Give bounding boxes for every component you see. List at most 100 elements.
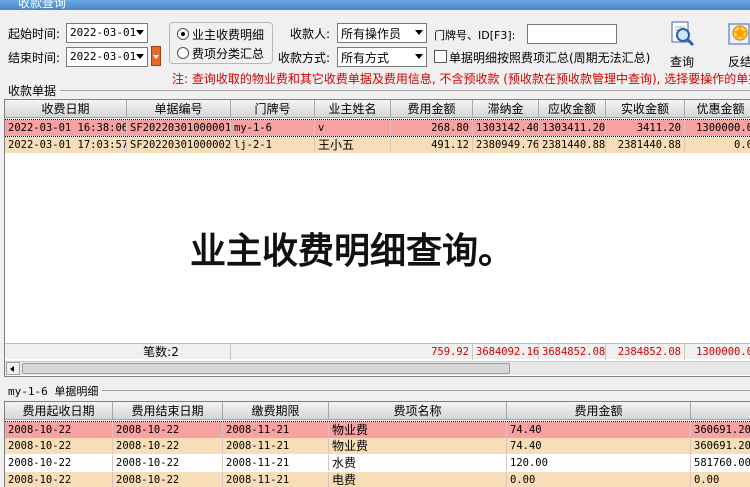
col-owner-name[interactable]: 业主姓名 (315, 100, 391, 118)
col-bill-number[interactable]: 单据编号 (127, 100, 231, 118)
cell-start-date: 2008-10-22 (5, 455, 113, 471)
cell-receivable: 2381440.88 (539, 137, 606, 153)
cell-detail-fee-amount: 120.00 (507, 455, 691, 471)
col-detail-fee-amount[interactable]: 费用金额 (507, 402, 691, 420)
start-time-label: 起始时间: (8, 27, 61, 41)
col-discount[interactable]: 优惠金额 (685, 100, 750, 118)
receipt-count: 笔数:2 (5, 344, 231, 360)
details-divider (102, 390, 750, 391)
summary-by-fee-label[interactable]: 单据明细按照费项汇总(周期无法汇总) (449, 49, 650, 66)
door-id-input[interactable] (527, 24, 617, 44)
chevron-down-icon (415, 30, 423, 35)
details-header-row: 费用起收日期 费用结束日期 缴费期限 费项名称 费用金额 (5, 402, 750, 420)
cell-start-date: 2008-10-22 (5, 438, 113, 454)
col-charge-date[interactable]: 收费日期 (5, 100, 127, 118)
total-receivable: 3684852.08 (539, 344, 606, 360)
receipts-section-title: 收款单据 (8, 84, 57, 98)
radio-summary[interactable] (177, 47, 189, 59)
cell-end-date: 2008-10-22 (113, 438, 223, 454)
date-extra-dropdown-button[interactable] (151, 46, 161, 66)
cell-due-date: 2008-11-21 (223, 455, 329, 471)
total-late-fee: 3684092.16 (473, 344, 539, 360)
cell-owner-name: v (315, 120, 391, 136)
cell-extra: 581760.00 (691, 455, 750, 471)
receipt-row[interactable]: 2022-03-01 16:38:06 SF20220301000001 my-… (5, 119, 750, 137)
chevron-down-icon (136, 54, 144, 59)
cell-due-date: 2008-11-21 (223, 472, 329, 487)
detail-row[interactable]: 2008-10-22 2008-10-22 2008-11-21 电费 0.00… (5, 472, 750, 487)
payment-method-select[interactable]: 所有方式 (337, 47, 427, 67)
summary-by-fee-checkbox[interactable] (434, 50, 447, 63)
radio-detail-label[interactable]: 业主收费明细 (192, 26, 264, 43)
col-end-date[interactable]: 费用结束日期 (113, 402, 223, 420)
cell-discount: 0.0 (685, 137, 750, 153)
detail-row[interactable]: 2008-10-22 2008-10-22 2008-11-21 物业费 74.… (5, 438, 750, 454)
cell-fee-amount: 491.12 (391, 137, 473, 153)
cell-due-date: 2008-11-21 (223, 422, 329, 438)
cell-door-number: lj-2-1 (231, 137, 315, 153)
cell-fee-item: 物业费 (329, 438, 507, 454)
receipts-header-row: 收费日期 单据编号 门牌号 业主姓名 费用金额 滞纳金 应收金额 实收金额 优惠… (5, 100, 750, 118)
cell-owner-name: 王小五 (315, 137, 391, 153)
payee-value: 所有操作员 (341, 27, 402, 41)
cell-detail-fee-amount: 0.00 (507, 472, 691, 487)
payment-method-label: 收款方式: (278, 51, 331, 65)
total-received: 2384852.08 (606, 344, 685, 360)
cell-fee-item: 物业费 (329, 422, 507, 438)
chevron-down-icon (415, 54, 423, 59)
query-button[interactable]: 查询 (664, 20, 700, 70)
scroll-left-icon[interactable] (6, 362, 20, 375)
col-late-fee[interactable]: 滞纳金 (473, 100, 539, 118)
cell-received: 2381440.88 (606, 137, 685, 153)
col-received[interactable]: 实收金额 (606, 100, 685, 118)
col-door-number[interactable]: 门牌号 (231, 100, 315, 118)
cell-extra: 360691.20 (691, 438, 750, 454)
cell-end-date: 2008-10-22 (113, 422, 223, 438)
search-document-icon (671, 21, 695, 47)
query-note: 注: 查询收取的物业费和其它收费单据及费用信息, 不含预收款 (预收款在预收款管… (172, 72, 750, 86)
detail-row[interactable]: 2008-10-22 2008-10-22 2008-11-21 物业费 74.… (5, 421, 750, 439)
cell-detail-fee-amount: 74.40 (507, 438, 691, 454)
query-label: 查询 (669, 55, 694, 69)
cell-discount: 1300000.0 (685, 120, 750, 136)
radio-detail[interactable] (177, 28, 189, 40)
cell-start-date: 2008-10-22 (5, 422, 113, 438)
cell-late-fee: 2380949.76 (473, 137, 539, 153)
window-title: 收款查询 (18, 0, 67, 10)
cell-bill-number: SF20220301000001 (127, 120, 231, 136)
detail-row[interactable]: 2008-10-22 2008-10-22 2008-11-21 水费 120.… (5, 455, 750, 471)
overlay-caption: 业主收费明细查询。 (190, 231, 515, 272)
receipt-row[interactable]: 2022-03-01 17:03:57 SF20220301000002 lj-… (5, 137, 750, 153)
end-date-picker[interactable]: 2022-03-01 (66, 47, 148, 67)
reverse-settle-button[interactable]: 反结 (720, 20, 750, 70)
cell-fee-item: 水费 (329, 455, 507, 471)
end-date-value: 2022-03-01 (70, 50, 137, 63)
cell-due-date: 2008-11-21 (223, 438, 329, 454)
scrollbar-thumb[interactable] (22, 363, 510, 374)
col-fee-amount[interactable]: 费用金额 (391, 100, 473, 118)
reverse-settle-label: 反结 (727, 55, 750, 69)
col-receivable[interactable]: 应收金额 (539, 100, 606, 118)
cell-door-number: my-1-6 (231, 120, 315, 136)
chevron-down-icon (136, 30, 144, 35)
title-bar: 收款查询 (0, 0, 750, 10)
cell-extra: 360691.20 (691, 422, 750, 438)
receipts-summary-row: 笔数:2 759.92 3684092.16 3684852.08 238485… (5, 343, 750, 360)
payee-select[interactable]: 所有操作员 (337, 23, 427, 43)
door-id-label: 门牌号、ID[F3]: (434, 29, 516, 42)
cell-end-date: 2008-10-22 (113, 455, 223, 471)
cell-extra: 0.00 (691, 472, 750, 487)
receipts-horizontal-scrollbar[interactable] (5, 361, 750, 375)
col-extra[interactable] (691, 402, 750, 420)
cell-end-date: 2008-10-22 (113, 472, 223, 487)
radio-summary-label[interactable]: 费项分类汇总 (192, 45, 264, 62)
col-start-date[interactable]: 费用起收日期 (5, 402, 113, 420)
start-date-value: 2022-03-01 (70, 26, 137, 39)
start-date-picker[interactable]: 2022-03-01 (66, 23, 148, 43)
cell-start-date: 2008-10-22 (5, 472, 113, 487)
end-time-label: 结束时间: (8, 51, 61, 65)
col-due-date[interactable]: 缴费期限 (223, 402, 329, 420)
cell-fee-item: 电费 (329, 472, 507, 487)
cell-received: 3411.20 (606, 120, 685, 136)
col-fee-item[interactable]: 费项名称 (329, 402, 507, 420)
